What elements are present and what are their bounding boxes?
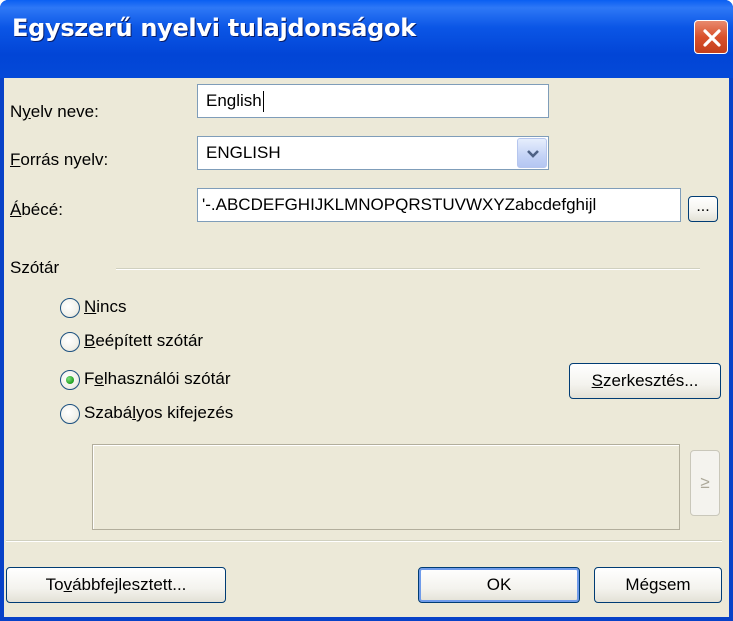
radio-builtin-dictionary[interactable]: [60, 332, 80, 352]
group-divider: [116, 268, 700, 270]
source-language-select[interactable]: ENGLISH: [197, 136, 549, 170]
close-icon: [703, 29, 721, 47]
language-name-label: Nyelv neve:: [10, 102, 99, 121]
window-title: Egyszerű nyelvi tulajdonságok: [12, 14, 416, 42]
radio-none[interactable]: [60, 298, 80, 318]
dialog-window: Egyszerű nyelvi tulajdonságok Nyelv neve…: [0, 0, 733, 621]
alphabet-browse-button[interactable]: ...: [688, 196, 718, 222]
radio-none-label[interactable]: Nincs: [84, 297, 127, 317]
cancel-button[interactable]: Mégsem: [594, 567, 722, 603]
close-button[interactable]: [694, 20, 728, 54]
radio-regular-expression[interactable]: [60, 404, 80, 424]
move-right-button[interactable]: ≥: [690, 450, 720, 516]
dialog-body: Nyelv neve: English Forrás nyelv: ENGLIS…: [4, 78, 729, 617]
dropdown-button[interactable]: [517, 138, 547, 168]
text-caret: [262, 91, 264, 113]
expression-list[interactable]: [92, 444, 680, 530]
alphabet-input[interactable]: '-.ABCDEFGHIJKLMNOPQRSTUVWXYZabcdefghijl: [197, 188, 681, 222]
advanced-button[interactable]: Továbbfejlesztett...: [6, 567, 226, 603]
title-bar[interactable]: Egyszerű nyelvi tulajdonságok: [0, 0, 733, 78]
source-language-label: Forrás nyelv:: [10, 150, 109, 169]
radio-regular-expression-label[interactable]: Szabályos kifejezés: [84, 403, 233, 423]
chevron-down-icon: [527, 150, 539, 158]
dictionary-group-label: Szótár: [10, 258, 60, 277]
ok-button[interactable]: OK: [418, 567, 580, 603]
edit-button[interactable]: Szerkesztés...: [569, 363, 721, 399]
radio-user-dictionary[interactable]: [60, 370, 80, 390]
footer-divider: [6, 540, 722, 542]
radio-builtin-dictionary-label[interactable]: Beépített szótár: [84, 331, 203, 351]
language-name-input[interactable]: English: [197, 84, 549, 118]
alphabet-label: Ábécé:: [10, 200, 63, 219]
radio-user-dictionary-label[interactable]: Felhasználói szótár: [84, 369, 230, 389]
